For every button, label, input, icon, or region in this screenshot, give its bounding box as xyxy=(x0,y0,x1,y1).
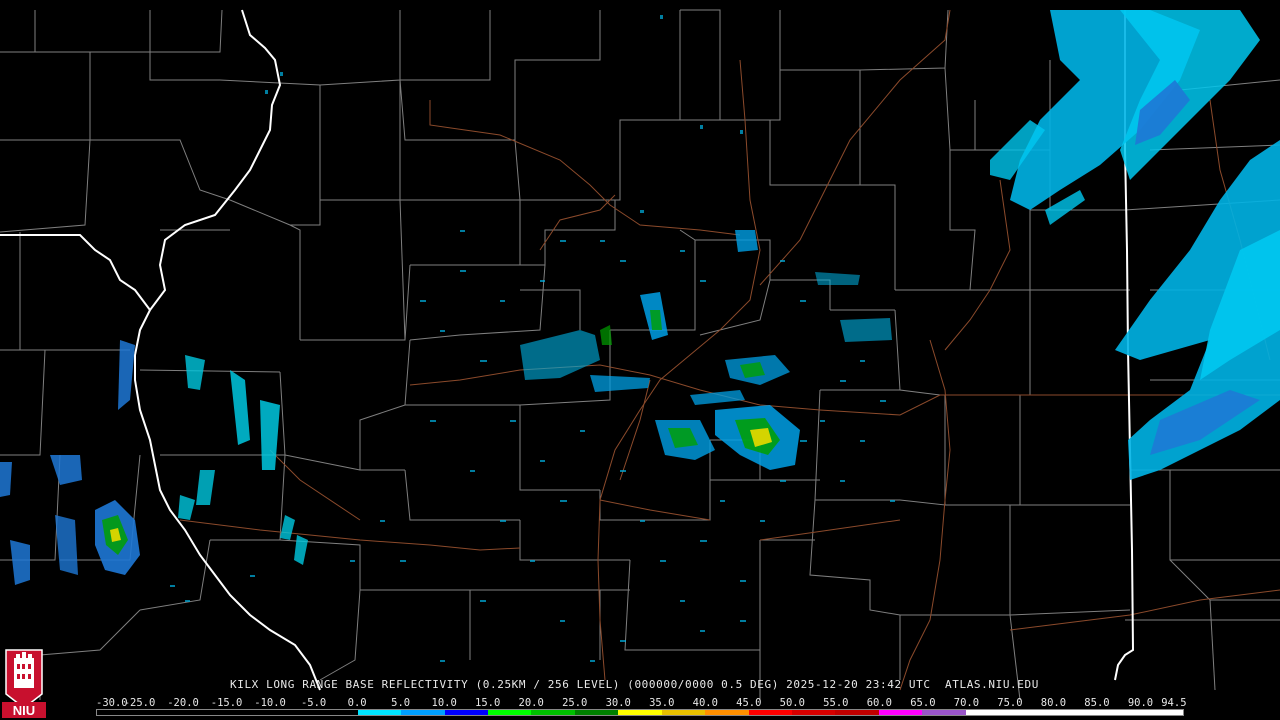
scale-segment xyxy=(140,710,184,715)
scale-label: 55.0 xyxy=(823,697,849,709)
scale-segment xyxy=(401,710,445,715)
scale-segment xyxy=(922,710,966,715)
scale-segment xyxy=(1052,710,1097,715)
scale-label: 94.5 xyxy=(1161,697,1187,709)
scale-segment xyxy=(661,710,706,715)
scale-label: -15.0 xyxy=(210,697,243,709)
scale-segment xyxy=(1096,710,1140,715)
scale-label: 80.0 xyxy=(1040,697,1067,709)
scale-segment xyxy=(227,710,271,715)
scale-label: 20.0 xyxy=(518,697,544,709)
radar-map xyxy=(0,0,1280,720)
scale-label: 90.0 xyxy=(1127,697,1154,709)
scale-segment xyxy=(487,710,532,715)
scale-segment xyxy=(270,710,315,715)
scale-label: 60.0 xyxy=(866,697,893,709)
scale-segment xyxy=(444,710,488,715)
product-caption: KILX LONG RANGE BASE REFLECTIVITY (0.25K… xyxy=(230,678,1039,691)
scale-label: 70.0 xyxy=(953,697,980,709)
scale-segment xyxy=(705,710,749,715)
scale-segment xyxy=(748,710,792,715)
scale-segment xyxy=(618,710,662,715)
scale-label: 30.0 xyxy=(605,697,631,709)
scale-segment xyxy=(1139,710,1183,715)
scale-segment xyxy=(574,710,619,715)
scale-label: 10.0 xyxy=(431,697,457,709)
scale-label: 50.0 xyxy=(779,697,805,709)
color-scale-bar xyxy=(96,709,1184,716)
scale-segment xyxy=(531,710,575,715)
scale-label: 75.0 xyxy=(997,697,1023,709)
scale-label: -25.0 xyxy=(123,697,156,709)
radar-map-view: KILX LONG RANGE BASE REFLECTIVITY (0.25K… xyxy=(0,0,1280,720)
niu-logo: NIU xyxy=(2,649,46,718)
scale-label: 45.0 xyxy=(736,697,762,709)
scale-segment xyxy=(792,710,836,715)
scale-label: 65.0 xyxy=(910,697,936,709)
scale-segment xyxy=(835,710,879,715)
scale-label: 35.0 xyxy=(649,697,675,709)
scale-segment xyxy=(314,710,358,715)
scale-segment xyxy=(1009,710,1053,715)
scale-segment xyxy=(965,710,1010,715)
scale-label: 15.0 xyxy=(475,697,501,709)
scale-segment xyxy=(97,710,141,715)
scale-segment xyxy=(357,710,402,715)
scale-label: 85.0 xyxy=(1084,697,1110,709)
scale-segment xyxy=(183,710,228,715)
logo-text: NIU xyxy=(13,703,35,718)
scale-segment xyxy=(878,710,923,715)
color-scale-labels: -30.0 -25.0 -20.0 -15.0 -10.0 -5.0 0.0 5.0 10.0 1… xyxy=(96,697,1196,709)
scale-label: 5.0 xyxy=(391,697,411,709)
scale-label: 0.0 xyxy=(347,697,367,709)
scale-label: -10.0 xyxy=(254,697,286,709)
scale-label: 40.0 xyxy=(692,697,718,709)
scale-label: 25.0 xyxy=(562,697,588,709)
scale-label: -20.0 xyxy=(167,697,199,709)
scale-label: -5.0 xyxy=(300,697,327,709)
